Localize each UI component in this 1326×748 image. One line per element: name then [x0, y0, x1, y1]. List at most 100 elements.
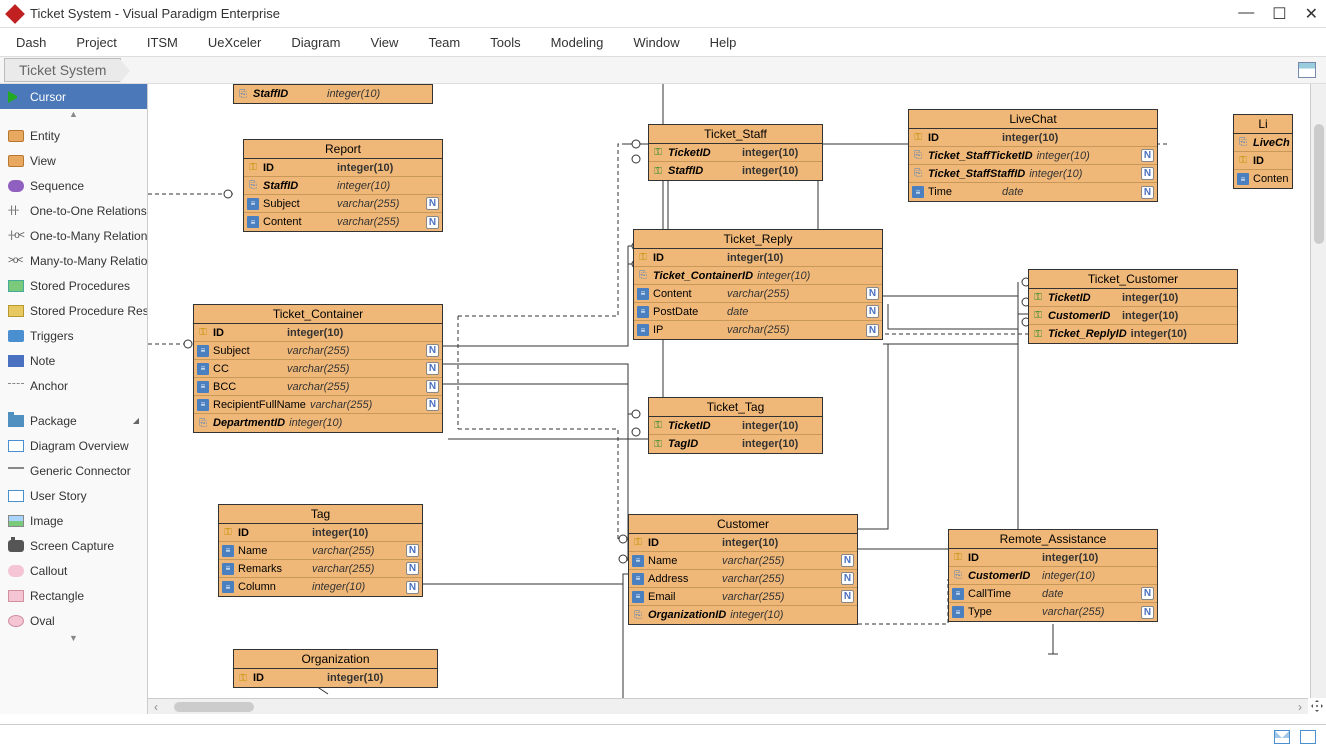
column-icon: ≡ — [952, 606, 964, 618]
diagram-canvas[interactable]: ⎘StaffIDinteger(10)Report⚿IDinteger(10)⎘… — [148, 84, 1326, 714]
entity-tag[interactable]: Tag⚿IDinteger(10)≡Namevarchar(255)N≡Rema… — [218, 504, 423, 597]
entity-column: ≡BCCvarchar(255)N — [194, 378, 442, 396]
maximize-button[interactable]: ☐ — [1272, 4, 1286, 24]
layout-icon[interactable] — [1298, 62, 1316, 78]
package-icon — [8, 415, 24, 427]
palette-screen-capture[interactable]: Screen Capture — [0, 533, 147, 558]
palette-image[interactable]: Image — [0, 508, 147, 533]
entity-live_frag[interactable]: Li⎘LiveCh⚿ID≡Conten — [1233, 114, 1293, 189]
column-icon: ≡ — [637, 288, 649, 300]
entity-staff_frag[interactable]: ⎘StaffIDinteger(10) — [233, 84, 433, 104]
note-icon — [8, 355, 24, 367]
entity-title: Ticket_Staff — [649, 125, 822, 144]
palette-triggers[interactable]: Triggers — [0, 323, 147, 348]
entity-report[interactable]: Report⚿IDinteger(10)⎘StaffIDinteger(10)≡… — [243, 139, 443, 232]
view-icon — [8, 155, 24, 167]
palette-rel-1n[interactable]: -|-o<One-to-Many Relationship — [0, 223, 147, 248]
menu-window[interactable]: Window — [633, 35, 679, 50]
entity-organization[interactable]: Organization⚿IDinteger(10) — [233, 649, 438, 688]
image-icon — [8, 515, 24, 527]
entity-column: ⚿TicketIDinteger(10) — [649, 144, 822, 162]
horizontal-scrollbar[interactable]: ‹› — [148, 698, 1308, 714]
palette-note[interactable]: Note — [0, 348, 147, 373]
nullable-badge: N — [1141, 149, 1154, 162]
nullable-badge: N — [866, 287, 879, 300]
entity-column: ≡Columninteger(10)N — [219, 578, 422, 596]
entity-column: ≡Contentvarchar(255)N — [634, 285, 882, 303]
entity-column: ≡RecipientFullNamevarchar(255)N — [194, 396, 442, 414]
entity-column: ⚿ID — [1234, 152, 1292, 170]
palette-user-story[interactable]: User Story — [0, 483, 147, 508]
palette-stored-procedure-resultset[interactable]: Stored Procedure Resultset — [0, 298, 147, 323]
column-icon: ⎘ — [197, 417, 209, 429]
menu-modeling[interactable]: Modeling — [551, 35, 604, 50]
palette-cursor[interactable]: Cursor — [0, 84, 147, 109]
vertical-scrollbar[interactable] — [1310, 84, 1326, 698]
entity-column: ⚿TicketIDinteger(10) — [1029, 289, 1237, 307]
palette-callout[interactable]: Callout — [0, 558, 147, 583]
nullable-badge: N — [426, 344, 439, 357]
menu-uexceler[interactable]: UeXceler — [208, 35, 261, 50]
mail-icon[interactable] — [1274, 730, 1290, 744]
entity-ticket_tag[interactable]: Ticket_Tag⚿TicketIDinteger(10)⚿TagIDinte… — [648, 397, 823, 454]
collapse-down-icon[interactable]: ▼ — [0, 633, 147, 647]
menu-view[interactable]: View — [370, 35, 398, 50]
menu-tools[interactable]: Tools — [490, 35, 520, 50]
column-icon: ≡ — [632, 591, 644, 603]
breadcrumb-tab[interactable]: Ticket System — [4, 58, 121, 82]
edit-icon[interactable] — [1300, 730, 1316, 744]
palette-rel-nn[interactable]: >o<Many-to-Many Relationship — [0, 248, 147, 273]
minimize-button[interactable]: — — [1238, 4, 1254, 24]
entity-ticket_staff[interactable]: Ticket_Staff⚿TicketIDinteger(10)⚿StaffID… — [648, 124, 823, 181]
entity-column: ⚿IDinteger(10) — [634, 249, 882, 267]
menu-diagram[interactable]: Diagram — [291, 35, 340, 50]
column-icon: ≡ — [197, 363, 209, 375]
palette-oval[interactable]: Oval — [0, 608, 147, 633]
palette-entity[interactable]: Entity — [0, 123, 147, 148]
nullable-badge: N — [841, 572, 854, 585]
menu-project[interactable]: Project — [76, 35, 116, 50]
column-icon: ≡ — [247, 216, 259, 228]
menu-help[interactable]: Help — [710, 35, 737, 50]
nullable-badge: N — [406, 544, 419, 557]
close-button[interactable]: ✕ — [1305, 4, 1318, 24]
column-icon: ≡ — [222, 581, 234, 593]
palette-stored-procedures[interactable]: Stored Procedures — [0, 273, 147, 298]
entity-column: ≡CCvarchar(255)N — [194, 360, 442, 378]
entity-column: ≡Subjectvarchar(255)N — [194, 342, 442, 360]
nullable-badge: N — [1141, 186, 1154, 199]
collapse-up-icon[interactable]: ▲ — [0, 109, 147, 123]
pan-icon[interactable] — [1308, 698, 1326, 714]
palette-package[interactable]: Package◢ — [0, 408, 147, 433]
entity-livechat[interactable]: LiveChat⚿IDinteger(10)⎘Ticket_StaffTicke… — [908, 109, 1158, 202]
spr-icon — [8, 305, 24, 317]
entity-column: ≡Namevarchar(255)N — [629, 552, 857, 570]
entity-ticket_reply[interactable]: Ticket_Reply⚿IDinteger(10)⎘Ticket_Contai… — [633, 229, 883, 340]
nullable-badge: N — [426, 380, 439, 393]
column-icon: ≡ — [637, 306, 649, 318]
entity-column: ⎘CustomerIDinteger(10) — [949, 567, 1157, 585]
palette-diagram-overview[interactable]: Diagram Overview — [0, 433, 147, 458]
window-title: Ticket System - Visual Paradigm Enterpri… — [30, 6, 1238, 21]
entity-remote_assist[interactable]: Remote_Assistance⚿IDinteger(10)⎘Customer… — [948, 529, 1158, 622]
entity-ticket_container[interactable]: Ticket_Container⚿IDinteger(10)≡Subjectva… — [193, 304, 443, 433]
palette-anchor[interactable]: Anchor — [0, 373, 147, 398]
entity-title: Remote_Assistance — [949, 530, 1157, 549]
menu-dash[interactable]: Dash — [16, 35, 46, 50]
entity-column: ⎘StaffIDinteger(10) — [234, 85, 432, 103]
entity-title: Report — [244, 140, 442, 159]
nullable-badge: N — [1141, 587, 1154, 600]
palette-rel-11[interactable]: -|-|-One-to-One Relationship — [0, 198, 147, 223]
menu-team[interactable]: Team — [428, 35, 460, 50]
palette-sequence[interactable]: Sequence — [0, 173, 147, 198]
palette-generic-connector[interactable]: Generic Connector — [0, 458, 147, 483]
entity-customer[interactable]: Customer⚿IDinteger(10)≡Namevarchar(255)N… — [628, 514, 858, 625]
palette-view[interactable]: View — [0, 148, 147, 173]
menu-itsm[interactable]: ITSM — [147, 35, 178, 50]
app-icon — [5, 4, 25, 24]
palette-rectangle[interactable]: Rectangle — [0, 583, 147, 608]
sequence-icon — [8, 180, 24, 192]
entity-ticket_customer[interactable]: Ticket_Customer⚿TicketIDinteger(10)⚿Cust… — [1028, 269, 1238, 344]
entity-title: Ticket_Reply — [634, 230, 882, 249]
anchor-icon — [8, 383, 24, 395]
